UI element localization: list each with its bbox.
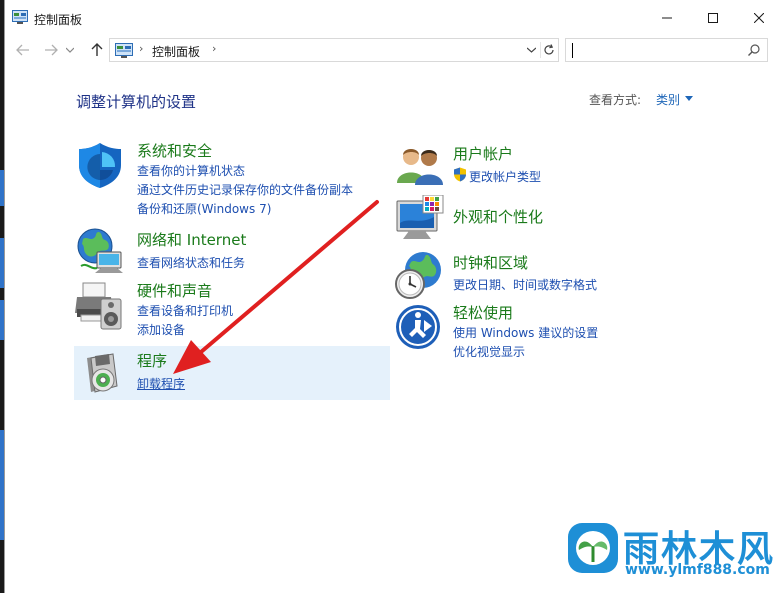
control-panel-icon [115,43,133,58]
back-button[interactable] [13,40,33,60]
link-optimize-visual-display[interactable]: 优化视觉显示 [453,343,525,360]
category-title-network-internet[interactable]: 网络和 Internet [137,229,246,250]
chevron-down-icon [66,47,74,53]
forward-arrow-icon [45,44,58,56]
navigation-bar: › 控制面板 › [5,36,784,64]
link-view-computer-status[interactable]: 查看你的计算机状态 [137,162,245,179]
control-panel-window: 控制面板 › 控制面板 › 调整计算机的设置 查看方式: 类别 系统和安全 查看… [4,0,784,593]
link-change-date-time-format[interactable]: 更改日期、时间或数字格式 [453,276,597,293]
text-caret [572,43,573,58]
watermark: 雨林木风 www.ylmf888.com [567,520,779,582]
close-button[interactable] [736,0,782,36]
shield-icon [79,143,121,188]
address-bar[interactable]: › 控制面板 › [109,38,559,62]
breadcrumb-separator[interactable]: › [212,42,216,55]
link-file-history-backup[interactable]: 通过文件历史记录保存你的文件备份副本 [137,181,353,198]
category-title-hardware-sound[interactable]: 硬件和声音 [137,280,212,301]
category-title-clock-region[interactable]: 时钟和区域 [453,252,528,273]
watermark-url: www.ylmf888.com [625,562,770,578]
window-title: 控制面板 [34,13,83,27]
view-by-dropdown[interactable]: 类别 [656,91,680,108]
recent-locations-button[interactable] [63,40,77,60]
printer-speaker-icon [75,282,122,330]
refresh-button[interactable] [540,42,556,58]
category-title-programs[interactable]: 程序 [137,350,167,371]
uac-shield-icon [454,167,466,182]
ylmf-logo-icon [568,523,618,573]
link-uninstall-program[interactable]: 卸载程序 [137,375,185,392]
up-button[interactable] [87,40,107,60]
category-title-user-accounts[interactable]: 用户帐户 [453,143,513,164]
link-view-devices-printers[interactable]: 查看设备和打印机 [137,302,233,319]
close-icon [754,13,764,23]
maximize-button[interactable] [690,0,736,36]
category-title-appearance[interactable]: 外观和个性化 [453,206,543,227]
link-change-account-type[interactable]: 更改帐户类型 [469,168,541,185]
search-input[interactable] [565,38,768,62]
link-use-windows-suggested-settings[interactable]: 使用 Windows 建议的设置 [453,324,598,341]
category-title-system-security[interactable]: 系统和安全 [137,140,212,161]
address-history-button[interactable] [524,43,538,57]
programs-disc-icon [87,353,118,393]
monitor-palette-icon [396,195,444,239]
minimize-button[interactable] [644,0,690,36]
page-title: 调整计算机的设置 [76,93,197,111]
minimize-icon [662,17,672,19]
view-by-label: 查看方式: [589,93,642,107]
link-backup-restore-win7[interactable]: 备份和还原(Windows 7) [137,200,271,217]
clock-globe-icon [395,252,441,299]
chevron-down-icon [526,47,536,53]
breadcrumb-control-panel[interactable]: 控制面板 [152,43,200,60]
refresh-icon [543,44,554,55]
search-icon[interactable] [747,43,761,57]
users-icon [397,149,443,185]
network-globe-icon [77,228,123,273]
chevron-down-icon[interactable] [685,96,693,101]
ease-of-access-icon [396,305,440,349]
link-add-device[interactable]: 添加设备 [137,321,185,338]
breadcrumb-separator[interactable]: › [139,42,143,55]
forward-button[interactable] [41,40,61,60]
title-bar[interactable]: 控制面板 [5,0,784,36]
up-arrow-icon [91,43,103,56]
maximize-icon [708,13,718,23]
link-view-network-status[interactable]: 查看网络状态和任务 [137,254,245,271]
control-panel-icon [12,10,28,24]
back-arrow-icon [16,44,29,56]
category-title-ease-of-access[interactable]: 轻松使用 [453,302,513,323]
